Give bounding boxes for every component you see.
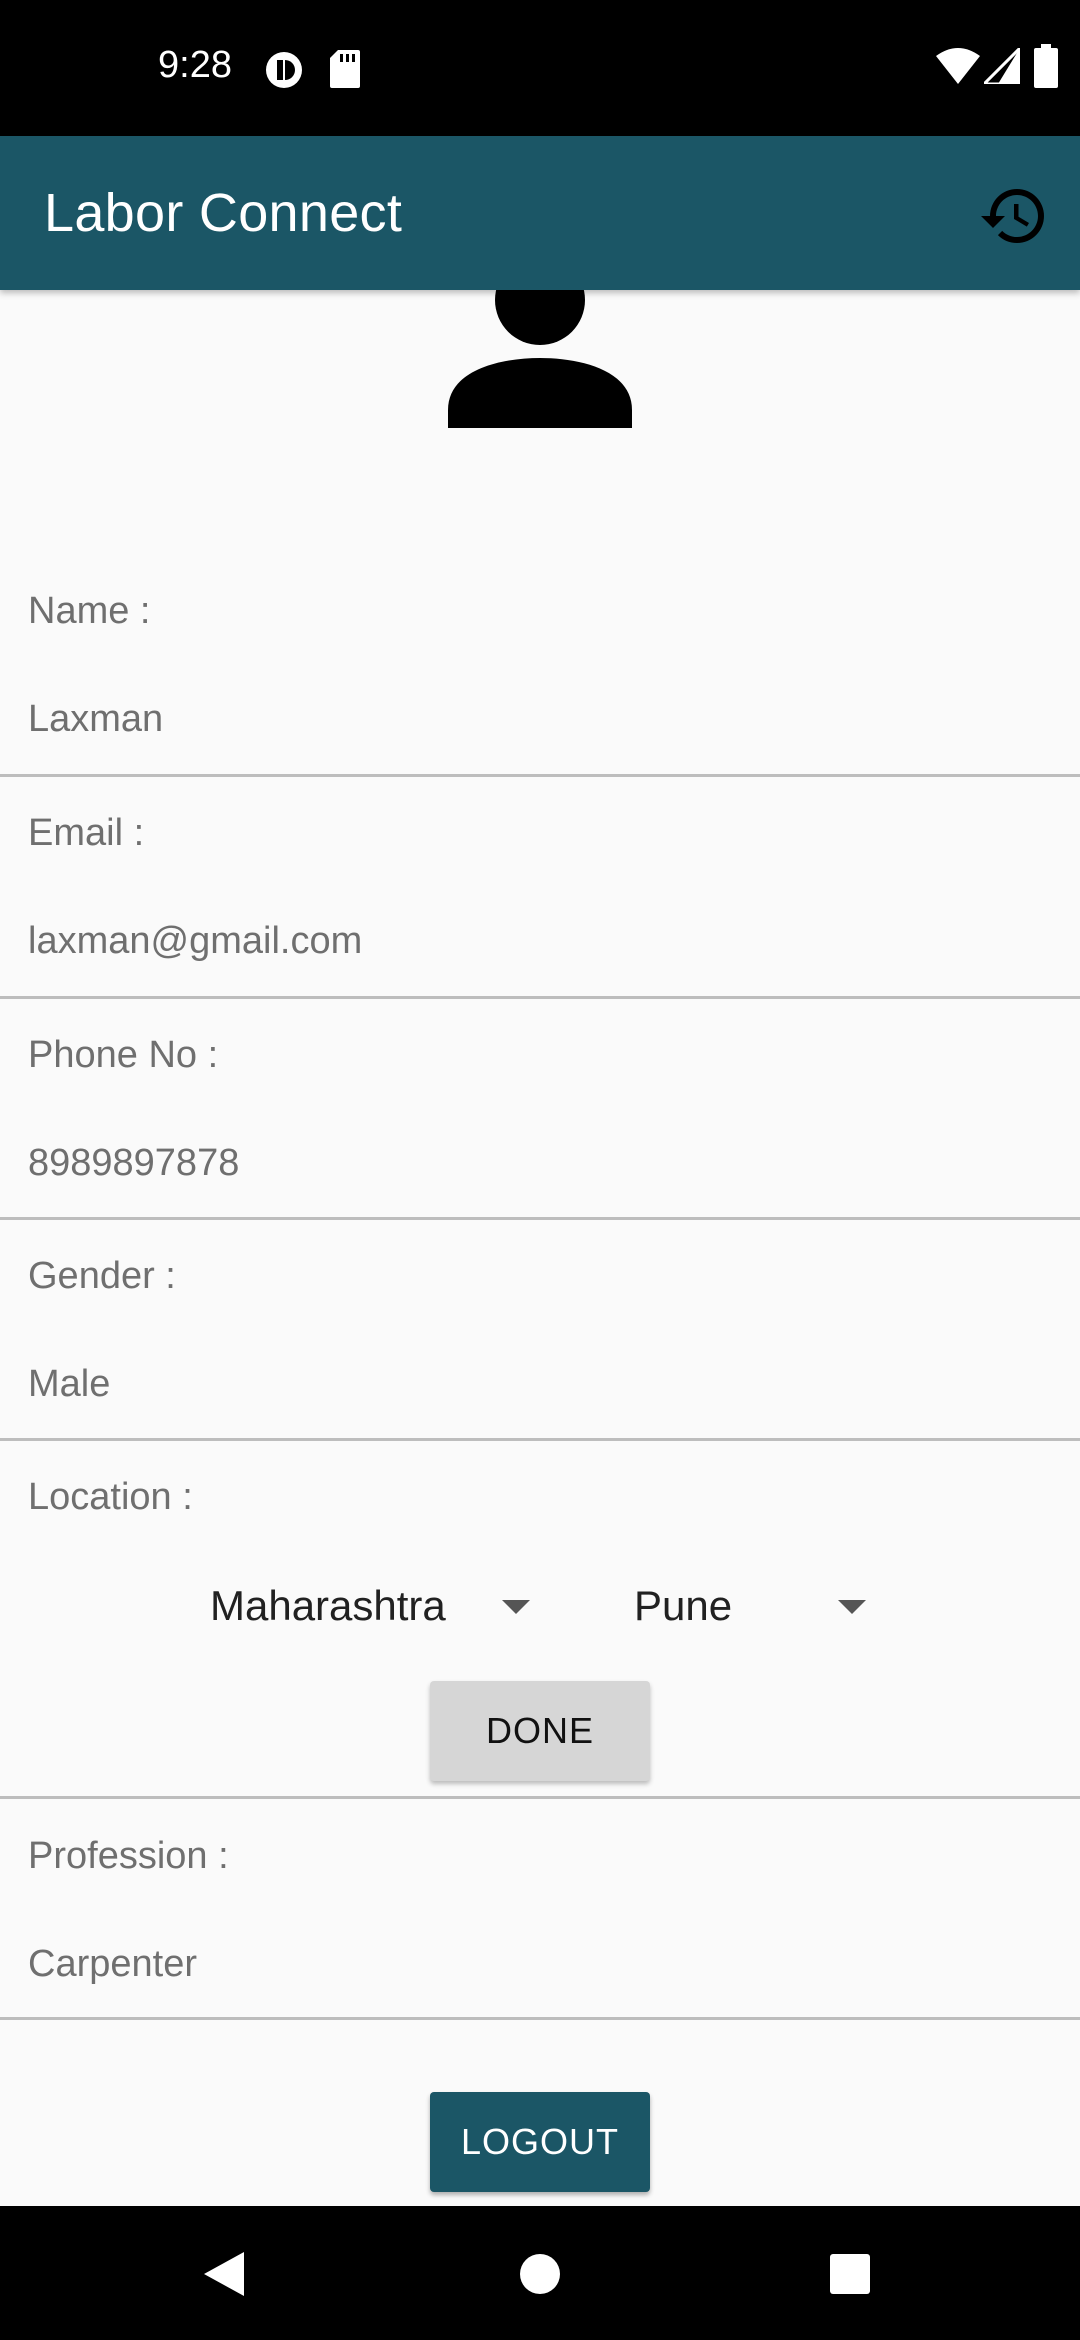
email-label: Email : — [28, 812, 145, 854]
navigation-bar — [0, 2206, 1080, 2340]
name-value: Laxman — [28, 698, 164, 740]
phone-divider — [0, 1217, 1080, 1220]
email-field: Email : laxman@gmail.com — [0, 802, 1080, 1002]
chevron-down-icon — [838, 1600, 866, 1614]
gender-value: Male — [28, 1363, 111, 1405]
battery-icon — [1034, 44, 1058, 88]
email-value: laxman@gmail.com — [28, 920, 363, 962]
history-button[interactable] — [978, 180, 1050, 252]
chevron-down-icon — [502, 1600, 530, 1614]
profession-field: Profession : Carpenter — [0, 1825, 1080, 2025]
done-button[interactable]: DONE — [430, 1681, 650, 1781]
city-spinner[interactable]: Pune — [634, 1574, 874, 1644]
wifi-icon — [936, 48, 980, 84]
profession-label: Profession : — [28, 1835, 229, 1877]
sd-card-icon — [330, 50, 360, 88]
person-icon — [448, 290, 632, 428]
data-saver-icon — [266, 52, 302, 88]
history-icon — [981, 189, 1044, 244]
name-label: Name : — [28, 590, 151, 632]
location-label: Location : — [28, 1476, 193, 1518]
cellular-signal-icon — [984, 48, 1020, 84]
gender-field: Gender : Male — [0, 1245, 1080, 1445]
gender-divider — [0, 1438, 1080, 1441]
state-spinner-value: Maharashtra — [210, 1582, 446, 1629]
location-divider — [0, 1796, 1080, 1799]
home-icon[interactable] — [520, 2254, 560, 2294]
email-divider — [0, 996, 1080, 999]
app-title: Labor Connect — [44, 183, 403, 243]
state-spinner[interactable]: Maharashtra — [210, 1574, 540, 1644]
profile-screen: 9:28 Labor Connect Name: Laxman Email:… — [0, 0, 1080, 2340]
logout-button[interactable]: LOGOUT — [430, 2092, 650, 2192]
back-icon[interactable] — [204, 2252, 244, 2296]
status-time: 9:28 — [158, 44, 232, 86]
recents-icon[interactable] — [830, 2254, 870, 2294]
phone-field: Phone No : 8989897878 — [0, 1024, 1080, 1224]
app-bar: Labor Connect — [0, 136, 1080, 290]
phone-label: Phone No : — [28, 1034, 219, 1076]
name-divider — [0, 774, 1080, 777]
status-bar: 9:28 — [0, 0, 1080, 136]
name-field: Name : Laxman — [0, 580, 1080, 780]
profession-divider — [0, 2017, 1080, 2020]
profession-value: Carpenter — [28, 1943, 197, 1985]
city-spinner-value: Pune — [634, 1582, 733, 1629]
phone-value: 8989897878 — [28, 1142, 240, 1184]
gender-label: Gender : — [28, 1255, 176, 1297]
